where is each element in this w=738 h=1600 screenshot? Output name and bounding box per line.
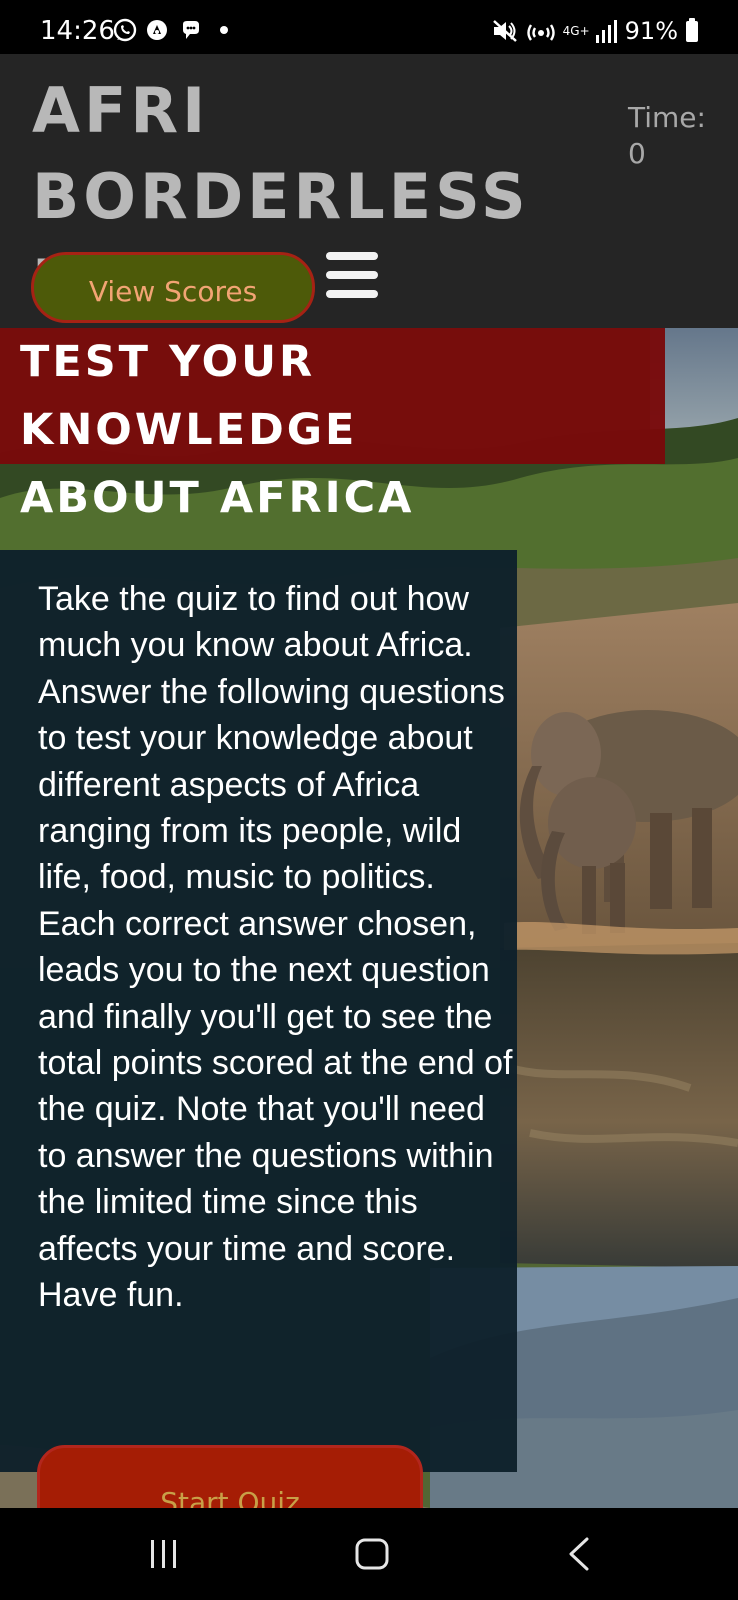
status-time: 14:26 (40, 16, 115, 46)
chat-bubble-icon (183, 21, 199, 39)
whatsapp-icon (113, 18, 137, 42)
quiz-description-panel: Take the quiz to find out how much you k… (0, 550, 517, 1472)
signal-icon (595, 20, 617, 43)
start-quiz-button[interactable]: Start Quiz (37, 1445, 423, 1508)
home-icon[interactable] (342, 1524, 402, 1584)
status-system-indicators: 4G+ 91% (491, 16, 698, 46)
quiz-title-panel: TEST YOUR KNOWLEDGE ABOUT AFRICA (0, 328, 665, 523)
hamburger-menu-icon[interactable] (323, 248, 381, 306)
status-dot-icon (220, 26, 228, 34)
back-icon[interactable] (549, 1524, 609, 1584)
timer-label: Time: (628, 101, 706, 134)
notification-icon (147, 20, 167, 40)
app-header: AFRI BORDERLESS MINDS Time: 0 View Score… (0, 54, 738, 328)
battery-percentage: 91% (624, 17, 678, 45)
timer: Time: 0 (628, 100, 706, 172)
android-navigation-bar (0, 1508, 738, 1600)
quiz-intro-hero: TEST YOUR KNOWLEDGE ABOUT AFRICA Take th… (0, 328, 738, 1508)
mute-icon (492, 20, 517, 42)
view-scores-button[interactable]: View Scores (31, 252, 315, 323)
status-bar: 14:26 4G+ 91% (0, 0, 738, 54)
quiz-title: TEST YOUR KNOWLEDGE ABOUT AFRICA (20, 337, 415, 523)
phone-screen: 14:26 4G+ 91% AFRI BORDERLESS Time: 0 Vi… (0, 0, 738, 1600)
hotspot-icon (526, 24, 555, 41)
recent-apps-icon[interactable] (134, 1524, 194, 1584)
quiz-description: Take the quiz to find out how much you k… (38, 580, 513, 1315)
network-type: 4G+ (562, 24, 590, 38)
timer-value: 0 (628, 137, 646, 170)
battery-icon (686, 17, 698, 42)
